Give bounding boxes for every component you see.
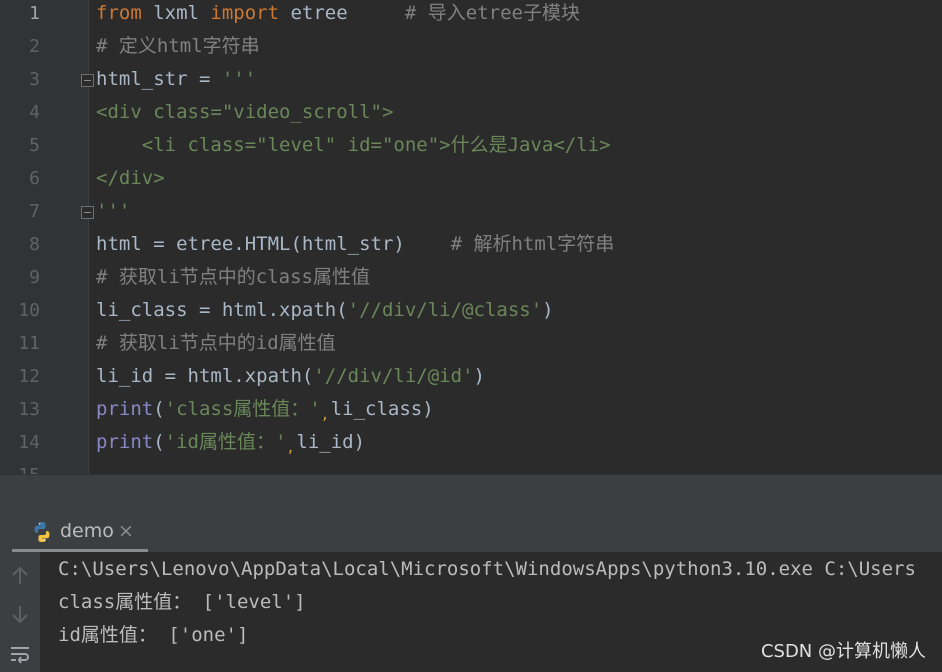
code-token: ) [473,365,485,387]
code-token: ( [153,431,165,453]
line-number: 11 [18,333,40,354]
code-text: # 定义html字符串 [96,30,260,63]
code-token: # 导入etree子模块 [404,2,580,24]
line-number: 6 [29,168,40,189]
code-text: # 获取li节点中的class属性值 [96,261,370,294]
close-icon[interactable]: × [118,520,134,542]
output-line-command: C:\Users\Lenovo\AppData\Local\Microsoft\… [58,558,916,580]
code-line[interactable]: 13 print('class属性值：',li_class) [0,393,942,426]
fold-end-icon[interactable] [81,206,94,219]
code-token: from [96,2,142,24]
code-text: </div> [96,162,165,195]
code-line[interactable]: 15 [0,459,942,474]
code-token: ( [153,398,165,420]
soft-wrap-icon[interactable] [8,642,32,666]
run-tool-window-header: demo × [0,512,942,553]
code-line[interactable]: 11 # 获取li节点中的id属性值 [0,327,942,360]
code-text: html_str = ''' [96,63,256,96]
code-text: # 获取li节点中的id属性值 [96,327,336,360]
code-token: <div class="video_scroll"> [96,101,394,123]
run-toolbar [0,552,40,672]
code-token: li_class) [330,398,434,420]
code-text: html = etree.HTML(html_str) # 解析html字符串 [96,228,614,261]
panel-splitter[interactable] [0,474,942,513]
code-token: etree [279,2,405,24]
watermark: CSDN @计算机懒人 [760,641,926,662]
code-token: import [210,2,280,24]
code-token: # 获取li节点中的class属性值 [96,266,370,288]
code-token: # 解析html字符串 [450,233,615,255]
code-token: ''' [221,68,257,90]
code-text: print('id属性值：',li_id) [96,426,365,461]
code-token: html_str = [96,68,222,90]
code-line[interactable]: 2 # 定义html字符串 [0,30,942,63]
code-token: <li class="level" id="one">什么是Java</li> [96,134,611,156]
line-number: 7 [29,201,40,222]
python-icon [34,522,50,542]
line-number: 9 [29,267,40,288]
fold-start-icon[interactable] [81,74,94,87]
arrow-down-icon[interactable] [8,602,32,626]
code-token: 'id属性值：' [164,431,287,453]
code-token: li_id = html.xpath( [96,365,314,387]
code-line[interactable]: 4 <div class="video_scroll"> [0,96,942,129]
code-token: print [96,431,154,453]
code-token: </div> [96,167,165,189]
code-line[interactable]: 5 <li class="level" id="one">什么是Java</li… [0,129,942,162]
code-editor[interactable]: 1 from lxml import etree # 导入etree子模块 2 # 定… [0,0,942,474]
code-text: print('class属性值：',li_class) [96,393,434,428]
code-text: li_class = html.xpath('//div/li/@class') [96,294,554,327]
code-token: 'class属性值：' [164,398,321,420]
code-token: '//div/li/@class' [347,299,543,321]
code-line[interactable]: 7 ''' [0,195,942,228]
output-line-id: id属性值： ['one'] [58,624,249,646]
code-line[interactable]: 1 from lxml import etree # 导入etree子模块 [0,0,942,30]
line-number: 15 [0,459,40,474]
line-number: 3 [29,69,40,90]
code-token: print [96,398,154,420]
code-line[interactable]: 9 # 获取li节点中的class属性值 [0,261,942,294]
code-text: <div class="video_scroll"> [96,96,393,129]
line-number: 12 [18,366,40,387]
code-text: ''' [96,195,130,228]
line-number: 4 [29,102,40,123]
code-token: ) [542,299,554,321]
code-line[interactable]: 6 </div> [0,162,942,195]
code-line[interactable]: 12 li_id = html.xpath('//div/li/@id') [0,360,942,393]
line-number: 8 [29,234,40,255]
line-number: 14 [18,432,40,453]
output-line-class: class属性值： ['level'] [58,591,306,613]
code-line[interactable]: 8 html = etree.HTML(html_str) # 解析html字符串 [0,228,942,261]
run-tab-demo[interactable]: demo × [12,512,148,552]
line-number: 5 [29,135,40,156]
line-number: 13 [18,399,40,420]
code-token: ''' [96,200,131,222]
code-line[interactable]: 3 html_str = ''' [0,63,942,96]
code-text: li_id = html.xpath('//div/li/@id') [96,360,485,393]
run-tab-label: demo [60,520,114,542]
code-line[interactable]: 10 li_class = html.xpath('//div/li/@class… [0,294,942,327]
code-text: from lxml import etree # 导入etree子模块 [96,0,580,30]
code-token: html = etree.HTML(html_str) [96,233,451,255]
line-number: 1 [29,3,40,24]
code-line[interactable]: 14 print('id属性值：',li_id) [0,426,942,459]
line-number: 10 [18,300,40,321]
code-token: # 获取li节点中的id属性值 [96,332,336,354]
code-token: '//div/li/@id' [313,365,474,387]
code-token: li_id) [296,431,366,453]
code-token: # 定义html字符串 [96,35,260,57]
code-token: lxml [141,2,211,24]
arrow-up-icon[interactable] [8,564,32,588]
line-number: 2 [29,36,40,57]
code-token: li_class = html.xpath( [96,299,348,321]
code-text: <li class="level" id="one">什么是Java</li> [96,129,611,162]
